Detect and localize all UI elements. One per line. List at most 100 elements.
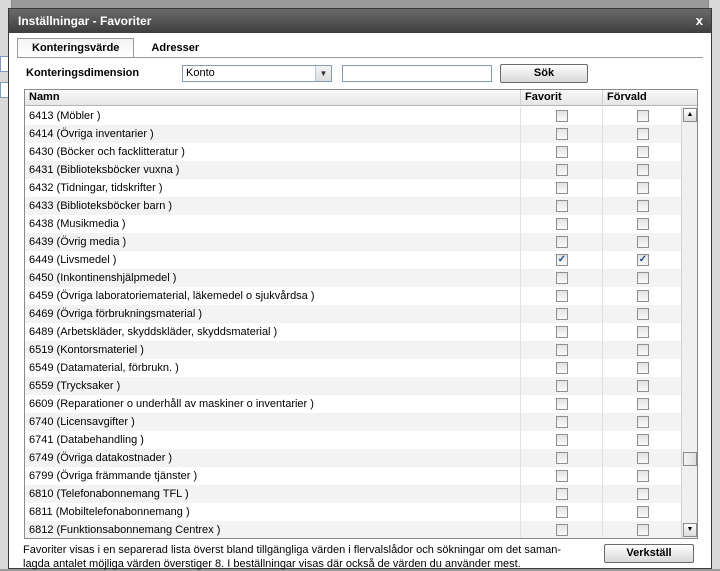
- favorite-checkbox[interactable]: [556, 218, 568, 230]
- default-cell: [602, 503, 682, 521]
- default-cell: [602, 161, 682, 179]
- table-row[interactable]: 6609 (Reparationer o underhåll av maskin…: [25, 395, 681, 413]
- table-row[interactable]: 6489 (Arbetskläder, skyddskläder, skydds…: [25, 323, 681, 341]
- favorite-checkbox[interactable]: [556, 488, 568, 500]
- table-row[interactable]: 6450 (Inkontinenshjälpmedel ): [25, 269, 681, 287]
- default-checkbox[interactable]: [637, 326, 649, 338]
- favorite-checkbox[interactable]: [556, 506, 568, 518]
- favorite-cell: [520, 485, 602, 503]
- column-header-name[interactable]: Namn: [25, 90, 520, 106]
- default-checkbox[interactable]: [637, 380, 649, 392]
- favorite-checkbox[interactable]: [556, 272, 568, 284]
- dialog-title: Inställningar - Favoriter: [18, 14, 152, 28]
- favorite-checkbox[interactable]: [556, 164, 568, 176]
- row-name: 6741 (Databehandling ): [29, 434, 144, 446]
- default-cell: [602, 467, 682, 485]
- favorite-checkbox[interactable]: [556, 182, 568, 194]
- table-row[interactable]: 6549 (Datamaterial, förbrukn. ): [25, 359, 681, 377]
- favorite-checkbox[interactable]: [556, 326, 568, 338]
- favorite-checkbox[interactable]: [556, 200, 568, 212]
- favorite-cell: ✓: [520, 251, 602, 269]
- default-checkbox[interactable]: [637, 290, 649, 302]
- table-row[interactable]: 6433 (Biblioteksböcker barn ): [25, 197, 681, 215]
- table-row[interactable]: 6449 (Livsmedel ) ✓ ✓: [25, 251, 681, 269]
- table-row[interactable]: 6459 (Övriga laboratoriematerial, läkeme…: [25, 287, 681, 305]
- favorite-checkbox[interactable]: [556, 344, 568, 356]
- default-checkbox[interactable]: [637, 416, 649, 428]
- default-checkbox[interactable]: [637, 398, 649, 410]
- arrow-up-icon[interactable]: ▲: [683, 108, 697, 122]
- table-row[interactable]: 6559 (Trycksaker ): [25, 377, 681, 395]
- favorite-checkbox[interactable]: ✓: [556, 254, 568, 266]
- column-header-favorite[interactable]: Favorit: [520, 90, 602, 106]
- favorite-checkbox[interactable]: [556, 452, 568, 464]
- default-checkbox[interactable]: [637, 236, 649, 248]
- default-checkbox[interactable]: ✓: [637, 254, 649, 266]
- close-button[interactable]: x: [696, 9, 703, 33]
- favorite-checkbox[interactable]: [556, 290, 568, 302]
- favorite-cell: [520, 359, 602, 377]
- table-row[interactable]: 6810 (Telefonabonnemang TFL ): [25, 485, 681, 503]
- default-checkbox[interactable]: [637, 164, 649, 176]
- row-name: 6414 (Övriga inventarier ): [29, 128, 154, 140]
- default-checkbox[interactable]: [637, 434, 649, 446]
- default-checkbox[interactable]: [637, 272, 649, 284]
- search-input[interactable]: [342, 65, 492, 82]
- column-header-default[interactable]: Förvald: [602, 90, 682, 106]
- table-row[interactable]: 6740 (Licensavgifter ): [25, 413, 681, 431]
- default-checkbox[interactable]: [637, 110, 649, 122]
- scrollbar-thumb[interactable]: [683, 452, 697, 466]
- default-checkbox[interactable]: [637, 218, 649, 230]
- row-name: 6450 (Inkontinenshjälpmedel ): [29, 272, 177, 284]
- default-checkbox[interactable]: [637, 470, 649, 482]
- default-checkbox[interactable]: [637, 506, 649, 518]
- vertical-scrollbar[interactable]: ▲ ▼: [681, 107, 697, 538]
- table-row[interactable]: 6432 (Tidningar, tidskrifter ): [25, 179, 681, 197]
- default-checkbox[interactable]: [637, 362, 649, 374]
- default-checkbox[interactable]: [637, 524, 649, 536]
- table-row[interactable]: 6741 (Databehandling ): [25, 431, 681, 449]
- table-row[interactable]: 6519 (Kontorsmateriel ): [25, 341, 681, 359]
- favorite-checkbox[interactable]: [556, 524, 568, 536]
- default-checkbox[interactable]: [637, 344, 649, 356]
- table-row[interactable]: 6413 (Möbler ): [25, 107, 681, 125]
- table-row[interactable]: 6749 (Övriga datakostnader ): [25, 449, 681, 467]
- table-row[interactable]: 6430 (Böcker och facklitteratur ): [25, 143, 681, 161]
- table-row[interactable]: 6439 (Övrig media ): [25, 233, 681, 251]
- favorite-checkbox[interactable]: [556, 470, 568, 482]
- default-checkbox[interactable]: [637, 128, 649, 140]
- favorite-checkbox[interactable]: [556, 380, 568, 392]
- footer-note: Favoriter visas i en separerad lista öve…: [23, 543, 583, 571]
- table-row[interactable]: 6811 (Mobiltelefonabonnemang ): [25, 503, 681, 521]
- default-checkbox[interactable]: [637, 452, 649, 464]
- default-checkbox[interactable]: [637, 146, 649, 158]
- favorite-checkbox[interactable]: [556, 362, 568, 374]
- tab-divider: [17, 57, 703, 58]
- default-checkbox[interactable]: [637, 308, 649, 320]
- default-cell: [602, 107, 682, 125]
- search-button[interactable]: Sök: [500, 64, 588, 83]
- favorite-checkbox[interactable]: [556, 128, 568, 140]
- table-row[interactable]: 6469 (Övriga förbrukningsmaterial ): [25, 305, 681, 323]
- arrow-down-icon[interactable]: ▼: [683, 523, 697, 537]
- apply-button[interactable]: Verkställ: [604, 544, 694, 563]
- tab-konteringsvarde[interactable]: Konteringsvärde: [17, 38, 135, 58]
- default-checkbox[interactable]: [637, 488, 649, 500]
- dimension-select[interactable]: Konto ▼: [182, 65, 332, 82]
- favorite-checkbox[interactable]: [556, 236, 568, 248]
- chevron-down-icon[interactable]: ▼: [315, 66, 331, 81]
- favorite-checkbox[interactable]: [556, 434, 568, 446]
- table-row[interactable]: 6414 (Övriga inventarier ): [25, 125, 681, 143]
- favorite-checkbox[interactable]: [556, 110, 568, 122]
- default-checkbox[interactable]: [637, 200, 649, 212]
- tab-adresser[interactable]: Adresser: [136, 38, 214, 58]
- table-row[interactable]: 6431 (Biblioteksböcker vuxna ): [25, 161, 681, 179]
- table-row[interactable]: 6812 (Funktionsabonnemang Centrex ): [25, 521, 681, 538]
- favorite-checkbox[interactable]: [556, 416, 568, 428]
- favorite-checkbox[interactable]: [556, 398, 568, 410]
- table-row[interactable]: 6799 (Övriga främmande tjänster ): [25, 467, 681, 485]
- table-row[interactable]: 6438 (Musikmedia ): [25, 215, 681, 233]
- favorite-checkbox[interactable]: [556, 146, 568, 158]
- default-checkbox[interactable]: [637, 182, 649, 194]
- favorite-checkbox[interactable]: [556, 308, 568, 320]
